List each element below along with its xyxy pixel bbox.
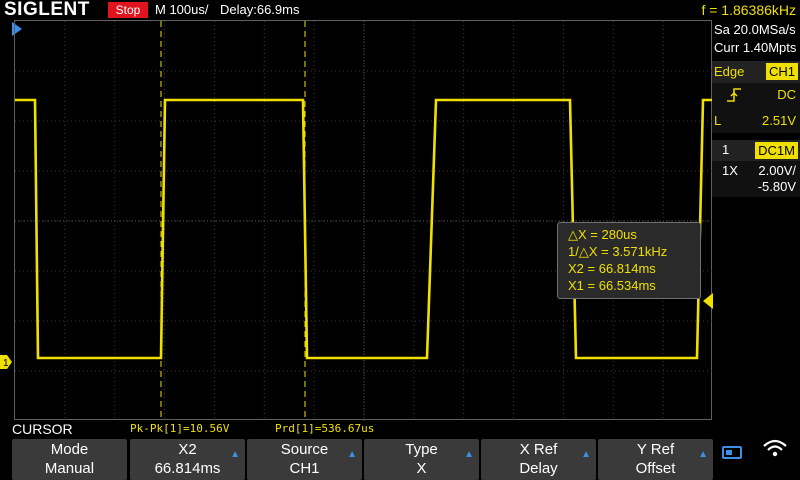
up-arrow-icon: ▲: [347, 449, 357, 460]
usb-icon: [722, 446, 742, 459]
run-state-badge[interactable]: Stop: [108, 2, 148, 18]
softkey-value: 66.814ms: [154, 460, 221, 477]
memory-depth-readout: Curr 1.40Mpts: [714, 40, 797, 55]
trigger-type-label: Edge: [714, 64, 745, 79]
softkey-value: Offset: [635, 460, 676, 477]
softkey-x-ref[interactable]: X Ref Delay ▲: [481, 439, 596, 480]
softkey-title: Mode: [50, 441, 89, 458]
cursor-inverse-delta-x: 1/△X = 3.571kHz: [568, 244, 668, 259]
menu-title: CURSOR: [12, 421, 73, 437]
measurement-pkpk: Pk-Pk[1]=10.56V: [130, 422, 230, 435]
graticule: [15, 21, 713, 421]
cursor-x2-value: X2 = 66.814ms: [568, 261, 656, 276]
softkey-x2[interactable]: X2 66.814ms ▲: [130, 439, 245, 480]
softkey-y-ref[interactable]: Y Ref Offset ▲: [598, 439, 713, 480]
channel-1-panel-body[interactable]: 1X 2.00V/ -5.80V: [712, 161, 800, 197]
softkey-value: Delay: [519, 460, 558, 477]
rising-edge-icon: [727, 88, 741, 102]
trigger-level-marker[interactable]: [703, 293, 713, 309]
trigger-panel-header[interactable]: Edge CH1: [712, 61, 800, 83]
channel-coupling-badge: DC1M: [755, 142, 798, 159]
channel-probe-ratio: 1X: [722, 163, 738, 178]
softkey-title: X Ref: [519, 441, 558, 458]
trigger-level-label: L: [714, 113, 722, 128]
softkey-value: Manual: [44, 460, 95, 477]
trigger-panel-body[interactable]: DC L 2.51V: [712, 83, 800, 133]
channel-number: 1: [722, 142, 730, 157]
channel-scale: 2.00V/: [758, 163, 796, 178]
cursor-x1-value: X1 = 66.534ms: [568, 278, 656, 293]
up-arrow-icon: ▲: [230, 449, 240, 460]
up-arrow-icon: ▲: [464, 449, 474, 460]
trigger-coupling: DC: [777, 87, 796, 102]
cursor-readout-box: △X = 280us 1/△X = 3.571kHz X2 = 66.814ms…: [557, 222, 701, 299]
softkey-mode[interactable]: Mode Manual: [12, 439, 127, 480]
softkey-title: Type: [405, 441, 438, 458]
channel-1-offset-marker[interactable]: 1: [0, 355, 12, 369]
softkey-type[interactable]: Type X ▲: [364, 439, 479, 480]
channel-1-marker-label: 1: [3, 358, 9, 369]
frequency-counter: f = 1.86386kHz: [701, 2, 796, 18]
trigger-level-value: 2.51V: [762, 113, 796, 128]
delay-readout[interactable]: Delay:66.9ms: [220, 0, 299, 20]
wifi-icon: [763, 439, 787, 457]
softkey-source[interactable]: Source CH1 ▲: [247, 439, 362, 480]
trigger-source-badge: CH1: [765, 63, 798, 80]
up-arrow-icon: ▲: [581, 449, 591, 460]
softkey-title: Y Ref: [636, 441, 675, 458]
channel-offset: -5.80V: [757, 179, 796, 194]
cursor-delta-x: △X = 280us: [568, 227, 637, 242]
softkey-value: X: [416, 460, 427, 477]
measurement-period: Prd[1]=536.67us: [275, 422, 375, 435]
softkey-title: X2: [178, 441, 197, 458]
timebase-readout[interactable]: M 100us/: [155, 0, 208, 20]
top-status-bar: SIGLENT Stop M 100us/ Delay:66.9ms f = 1…: [0, 0, 800, 20]
waveform-display[interactable]: [14, 20, 713, 421]
up-arrow-icon: ▲: [698, 449, 708, 460]
softkey-title: Source: [280, 441, 329, 458]
brand-logo: SIGLENT: [4, 0, 90, 20]
sample-rate-readout: Sa 20.0MSa/s: [714, 22, 796, 37]
channel-1-panel-header[interactable]: 1 DC1M: [712, 140, 800, 161]
softkey-value: CH1: [289, 460, 320, 477]
